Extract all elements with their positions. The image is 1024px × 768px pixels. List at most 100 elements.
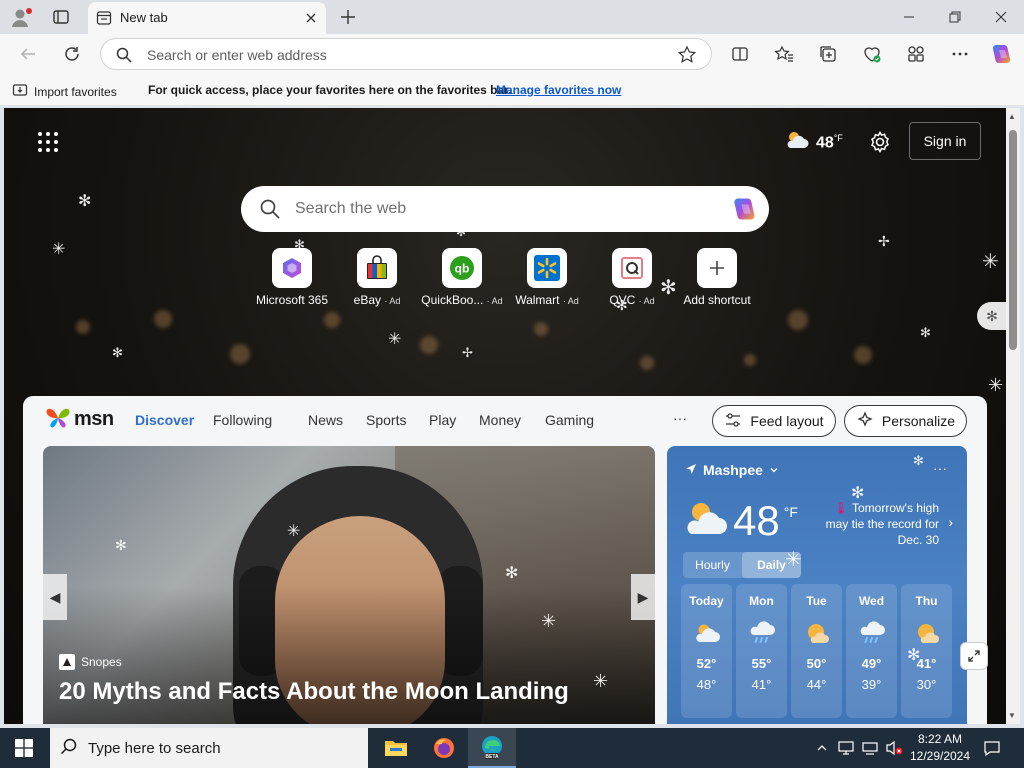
address-input[interactable]	[147, 45, 647, 65]
forecast-day[interactable]: Tue 50° 44°	[791, 584, 842, 718]
browser-essentials-button[interactable]	[860, 42, 884, 66]
weather-location[interactable]: Mashpee	[685, 462, 779, 478]
file-explorer-icon[interactable]	[372, 728, 420, 768]
tab-new-tab[interactable]: New tab	[88, 2, 326, 34]
snowflake-icon: ✻	[907, 647, 921, 664]
copilot-icon[interactable]	[731, 195, 759, 223]
back-button[interactable]	[16, 42, 40, 66]
sign-in-button[interactable]: Sign in	[909, 122, 981, 160]
network-tray-icon[interactable]	[836, 728, 856, 768]
minimize-button[interactable]	[886, 0, 932, 34]
feed-more-button[interactable]: ···	[673, 410, 687, 426]
profile-avatar-icon[interactable]	[10, 6, 34, 28]
system-clock[interactable]: 8:22 AM 12/29/2024	[904, 731, 976, 765]
shortcut-microsoft-365[interactable]: Microsoft 365	[248, 248, 336, 307]
notifications-icon[interactable]	[980, 728, 1004, 768]
feed-tab-discover[interactable]: Discover	[135, 412, 194, 428]
split-screen-button[interactable]	[728, 42, 752, 66]
feed-layout-button[interactable]: Feed layout	[712, 405, 836, 437]
forecast-low: 30°	[916, 677, 937, 692]
tray-overflow-chevron-icon[interactable]	[812, 728, 832, 768]
new-tab-icon	[96, 10, 112, 26]
shortcut-add[interactable]: Add shortcut	[673, 248, 761, 307]
display-tray-icon[interactable]	[860, 728, 880, 768]
scroll-down-icon[interactable]: ▼	[1008, 711, 1016, 720]
personalize-label: Personalize	[881, 413, 956, 429]
page-settings-gear-icon[interactable]	[868, 130, 892, 154]
feed-tab-gaming[interactable]: Gaming	[545, 412, 594, 428]
hero-previous-button[interactable]: ◀	[43, 574, 67, 620]
close-tab-icon[interactable]	[302, 9, 320, 27]
scrollbar-thumb[interactable]	[1009, 130, 1017, 350]
close-window-button[interactable]	[978, 0, 1024, 34]
edge-beta-icon[interactable]: BETA	[468, 728, 516, 768]
snowflake-icon: ✳	[52, 241, 66, 258]
shortcut-walmart[interactable]: Walmart · Ad	[503, 248, 591, 307]
page-scrollbar[interactable]: ▲ ▼	[1006, 108, 1020, 724]
collections-button[interactable]	[816, 42, 840, 66]
hero-article-card[interactable]: ✻ ✳ ✻ ✳ ✳ ◀ ▶ Snopes 20 Myths and Facts …	[43, 446, 655, 724]
web-search-box[interactable]	[241, 186, 769, 232]
article-headline[interactable]: 20 Myths and Facts About the Moon Landin…	[59, 678, 569, 706]
snowflake-icon: ✳	[982, 251, 999, 273]
shortcut-quickbooks[interactable]: qb QuickBoo... · Ad	[418, 248, 506, 307]
weather-more-button[interactable]: ···	[933, 460, 947, 476]
firefox-icon[interactable]	[420, 728, 468, 768]
favorites-bar: Import favorites For quick access, place…	[0, 74, 1024, 106]
qvc-icon	[612, 248, 652, 288]
forecast-low: 44°	[806, 677, 827, 692]
new-tab-button[interactable]	[338, 7, 358, 27]
forecast-low: 41°	[751, 677, 772, 692]
expand-icon[interactable]	[960, 642, 988, 670]
import-favorites-button[interactable]: Import favorites	[12, 82, 117, 101]
snowflake-icon: ✢	[878, 233, 890, 249]
shortcut-qvc[interactable]: QVC · Ad	[588, 248, 676, 307]
forecast-day-name: Mon	[749, 594, 774, 608]
feed-tab-play[interactable]: Play	[429, 412, 456, 428]
refresh-button[interactable]	[60, 42, 84, 66]
tab-hourly[interactable]: Hourly	[683, 552, 742, 578]
settings-more-icon[interactable]	[948, 42, 972, 66]
rain-icon	[846, 618, 897, 648]
apps-launcher-icon[interactable]	[38, 132, 58, 152]
feed-tab-news[interactable]: News	[308, 412, 343, 428]
taskbar-search-input[interactable]	[88, 739, 348, 757]
forecast-day[interactable]: Mon 55° 41°	[736, 584, 787, 718]
forecast-low: 39°	[861, 677, 882, 692]
web-search-input[interactable]	[295, 198, 715, 220]
thermometer-icon: 🌡	[833, 501, 849, 515]
extensions-button[interactable]	[904, 42, 928, 66]
chevron-down-icon	[769, 462, 779, 478]
msn-logo[interactable]: msn	[45, 406, 114, 433]
personalize-button[interactable]: Personalize	[844, 405, 967, 437]
favorite-star-icon[interactable]	[677, 45, 697, 68]
weather-temp-value: 48	[733, 497, 780, 544]
weather-card[interactable]: Mashpee ··· 48 °F 🌡 Tomorrow's high may …	[667, 446, 967, 724]
shortcut-ebay[interactable]: eBay · Ad	[333, 248, 421, 307]
tab-actions-icon[interactable]	[52, 8, 70, 26]
feed-tab-money[interactable]: Money	[479, 412, 521, 428]
background-light	[744, 354, 756, 366]
feed-tab-sports[interactable]: Sports	[366, 412, 406, 428]
copilot-icon[interactable]	[990, 42, 1014, 66]
hero-next-button[interactable]: ▶	[631, 574, 655, 620]
start-button[interactable]	[0, 728, 48, 768]
forecast-high: 50°	[806, 656, 827, 671]
chevron-right-icon[interactable]: ›	[948, 514, 953, 530]
scroll-up-icon[interactable]: ▲	[1008, 112, 1016, 121]
manage-favorites-link[interactable]: Manage favorites now	[496, 83, 621, 97]
header-weather[interactable]: 48°F	[784, 130, 843, 155]
forecast-day[interactable]: Wed 49° 39°	[846, 584, 897, 718]
address-bar[interactable]	[100, 38, 712, 70]
taskbar-search-box[interactable]	[50, 728, 368, 768]
feed-tab-following[interactable]: Following	[213, 412, 272, 428]
weather-alert-note[interactable]: 🌡 Tomorrow's high may tie the record for…	[815, 500, 939, 548]
forecast-day[interactable]: Today 52° 48°	[681, 584, 732, 718]
background-customize-icon[interactable]: ✻	[977, 302, 1006, 330]
svg-text:qb: qb	[455, 262, 470, 276]
import-icon	[12, 82, 28, 101]
favorites-button[interactable]	[772, 42, 796, 66]
restore-button[interactable]	[932, 0, 978, 34]
background-light	[534, 322, 548, 336]
volume-muted-icon[interactable]	[884, 728, 904, 768]
